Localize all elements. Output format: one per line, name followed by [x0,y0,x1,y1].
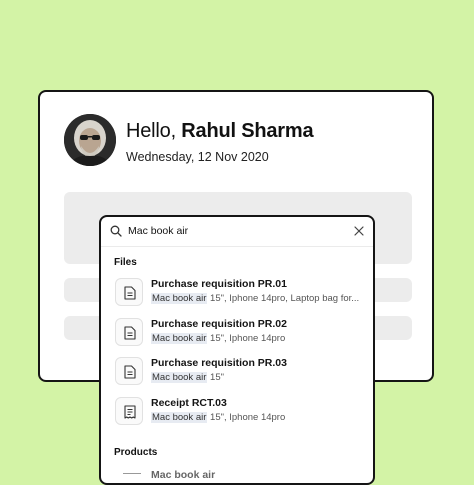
file-title: Purchase requisition PR.02 [151,318,287,330]
files-section-title: Files [114,257,137,268]
product-title: Mac book air [151,469,216,481]
file-result-item[interactable]: Purchase requisition PR.02 Mac book air … [113,318,363,350]
greeting-heading: Hello, Rahul Sharma [126,120,314,143]
avatar [64,114,116,166]
user-name: Rahul Sharma [181,120,314,142]
search-input[interactable] [128,222,338,240]
document-icon [115,278,143,306]
match-highlight: Mac book air [151,412,208,423]
close-icon[interactable] [354,226,364,236]
file-description-rest: 15" [207,372,224,383]
file-title: Purchase requisition PR.03 [151,357,287,369]
file-description: Mac book air 15", Iphone 14pro, Laptop b… [151,293,359,304]
match-highlight: Mac book air [151,372,208,383]
file-description: Mac book air 15" [151,372,224,383]
file-title: Receipt RCT.03 [151,397,227,409]
document-icon [115,318,143,346]
file-result-item[interactable]: Purchase requisition PR.01 Mac book air … [113,278,363,310]
product-icon [123,473,141,483]
match-highlight: Mac book air [151,333,208,344]
file-description-rest: 15", Iphone 14pro, Laptop bag for... [207,293,360,304]
search-icon [110,225,122,237]
current-date: Wednesday, 12 Nov 2020 [126,150,269,164]
document-icon [115,357,143,385]
file-description-rest: 15", Iphone 14pro [207,333,286,344]
greeting-prefix: Hello, [126,120,182,142]
search-bar [101,217,373,247]
match-highlight: Mac book air [151,293,208,304]
receipt-icon [115,397,143,425]
file-result-item[interactable]: Receipt RCT.03 Mac book air 15", Iphone … [113,397,363,429]
file-description: Mac book air 15", Iphone 14pro [151,333,285,344]
file-description-rest: 15", Iphone 14pro [207,412,286,423]
file-title: Purchase requisition PR.01 [151,278,287,290]
products-section-title: Products [114,447,158,458]
file-result-item[interactable]: Purchase requisition PR.03 Mac book air … [113,357,363,389]
search-results-panel: Files Purchase requisition PR.01 Mac boo… [99,215,375,485]
product-result-item[interactable]: Mac book air [113,469,363,483]
file-description: Mac book air 15", Iphone 14pro [151,412,285,423]
